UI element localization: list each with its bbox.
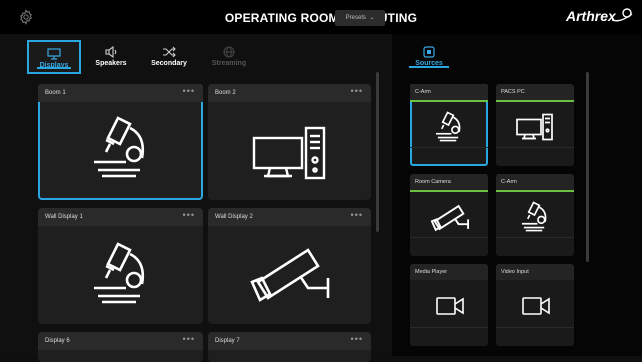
more-menu-icon[interactable]: •••	[183, 84, 195, 98]
display-name: Boom 1	[38, 84, 203, 102]
tab-secondary[interactable]: Secondary	[142, 40, 196, 74]
display-name: Boom 2	[208, 84, 371, 102]
source-name: Video Input	[496, 264, 574, 280]
camera-icon	[250, 248, 330, 302]
camera-icon	[430, 204, 470, 232]
arthrex-logo: Arthrex	[566, 8, 616, 24]
display-card-wall-display-2[interactable]: Wall Display 2 •••	[208, 208, 371, 324]
active-indicator	[496, 190, 574, 192]
source-card-c-arm[interactable]: C-Arm	[410, 84, 488, 166]
source-name: C-Arm	[410, 84, 488, 100]
microscope-icon	[94, 242, 145, 304]
display-card-display-6[interactable]: Display 6 •••	[38, 332, 203, 362]
microscope-icon	[435, 111, 461, 142]
source-name: Media Player	[410, 264, 488, 280]
tab-streaming[interactable]: Streaming	[202, 40, 256, 74]
top-bar: OPERATING ROOM 6 - ROUTING Arthrex	[0, 0, 642, 34]
logo-mark-icon	[611, 8, 633, 22]
source-card-pacs-pc[interactable]: PACS PC	[496, 84, 574, 166]
desktop-pc-icon	[516, 113, 553, 141]
video-camera-icon	[436, 297, 464, 315]
speaker-icon	[105, 46, 117, 58]
display-name: Display 7	[208, 332, 371, 350]
source-card-media-player[interactable]: Media Player	[410, 264, 488, 346]
sources-scrollbar[interactable]	[586, 72, 589, 262]
tab-label: Speakers	[95, 60, 127, 67]
source-footer	[496, 237, 574, 256]
active-indicator	[410, 190, 488, 192]
active-indicator	[496, 100, 574, 102]
microscope-icon	[521, 201, 547, 232]
display-card-wall-display-1[interactable]: Wall Display 1 •••	[38, 208, 203, 324]
source-footer	[496, 147, 574, 166]
globe-icon	[223, 46, 235, 58]
more-menu-icon[interactable]: •••	[351, 332, 363, 346]
source-footer	[496, 327, 574, 346]
source-name: Room Camera	[410, 174, 488, 190]
active-indicator	[410, 100, 488, 102]
display-name: Wall Display 2	[208, 208, 371, 226]
monitor-icon	[47, 48, 61, 60]
more-menu-icon[interactable]: •••	[351, 208, 363, 222]
source-card-c-arm-2[interactable]: C-Arm	[496, 174, 574, 256]
video-camera-icon	[522, 297, 550, 315]
source-card-room-camera[interactable]: Room Camera	[410, 174, 488, 256]
more-menu-icon[interactable]: •••	[351, 84, 363, 98]
displays-scrollbar[interactable]	[376, 72, 379, 232]
tab-displays[interactable]: Displays	[27, 40, 81, 74]
more-menu-icon[interactable]: •••	[183, 332, 195, 346]
display-card-display-7[interactable]: Display 7 •••	[208, 332, 371, 362]
desktop-pc-icon	[252, 126, 326, 180]
source-footer	[410, 237, 488, 256]
shuffle-icon	[163, 46, 176, 58]
source-select-icon	[423, 46, 435, 58]
tab-label: Secondary	[151, 60, 187, 67]
source-name: C-Arm	[496, 174, 574, 190]
display-card-boom-2[interactable]: Boom 2 •••	[208, 84, 371, 200]
more-menu-icon[interactable]: •••	[183, 208, 195, 222]
source-footer	[410, 147, 488, 166]
source-card-video-input[interactable]: Video Input	[496, 264, 574, 346]
chevron-down-icon: ⌄	[367, 15, 375, 21]
display-card-boom-1[interactable]: Boom 1 •••	[38, 84, 203, 200]
display-name: Display 6	[38, 332, 203, 350]
tab-label: Streaming	[211, 60, 247, 67]
display-name: Wall Display 1	[38, 208, 203, 226]
source-name: PACS PC	[496, 84, 574, 100]
tab-underline	[409, 66, 449, 68]
presets-dropdown[interactable]: Presets ⌄	[335, 10, 385, 26]
source-footer	[410, 327, 488, 346]
tab-underline	[37, 67, 71, 69]
microscope-icon	[94, 116, 145, 178]
tab-speakers[interactable]: Speakers	[84, 40, 138, 74]
presets-label: Presets	[345, 15, 366, 21]
tab-sources[interactable]: Sources	[404, 42, 454, 68]
page-title: OPERATING ROOM 6 - ROUTING	[224, 11, 418, 25]
